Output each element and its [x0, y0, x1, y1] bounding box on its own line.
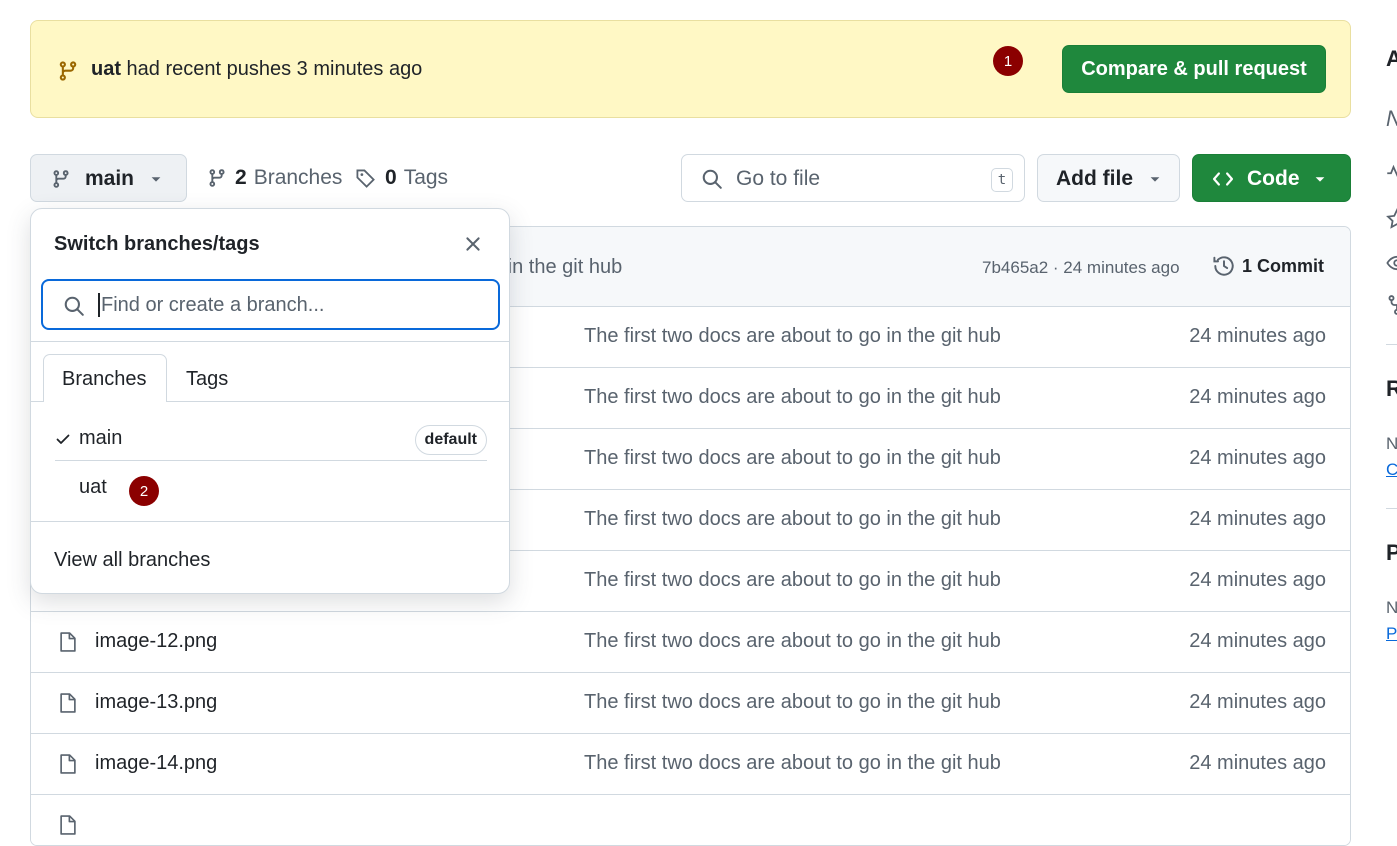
- branch-selector-button[interactable]: main: [30, 154, 187, 202]
- branch-name: uat: [79, 476, 107, 498]
- divider: [31, 521, 509, 522]
- sidebar-packages-heading: P: [1386, 540, 1397, 565]
- sidebar-description: N: [1386, 106, 1397, 132]
- go-to-file-input[interactable]: Go to file t: [681, 154, 1025, 202]
- banner-branch-name[interactable]: uat: [91, 58, 121, 80]
- file-commit-date: 24 minutes ago: [1189, 752, 1326, 774]
- branch-search-input[interactable]: [99, 291, 479, 319]
- file-commit-message[interactable]: The first two docs are about to go in th…: [584, 752, 1001, 775]
- file-row[interactable]: image-12.png The first two docs are abou…: [31, 612, 1350, 673]
- sidebar-about-heading: A: [1386, 46, 1397, 71]
- triangle-down-icon: [149, 172, 163, 186]
- file-commit-message[interactable]: The first two docs are about to go in th…: [584, 630, 1001, 653]
- file-commit-date: 24 minutes ago: [1189, 447, 1326, 469]
- branch-item-main[interactable]: main default: [55, 419, 487, 459]
- sidebar-releases-heading: R: [1386, 376, 1397, 401]
- latest-commit-hash-time[interactable]: 7b465a2 · 24 minutes ago: [982, 258, 1180, 278]
- branch-switcher-dropdown: Switch branches/tags Branches Tags main …: [30, 208, 510, 594]
- star-icon[interactable]: [1386, 208, 1397, 230]
- step-badge-1: 1: [993, 46, 1023, 76]
- file-commit-date: 24 minutes ago: [1189, 325, 1326, 347]
- go-to-file-placeholder: Go to file: [736, 167, 821, 190]
- branches-count: 2: [235, 166, 247, 189]
- file-commit-date: 24 minutes ago: [1189, 386, 1326, 408]
- file-icon: [57, 630, 79, 654]
- file-commit-date: 24 minutes ago: [1189, 630, 1326, 652]
- file-name[interactable]: image-14.png: [95, 752, 217, 775]
- tag-icon: [355, 167, 377, 189]
- branches-link[interactable]: 2 Branches: [207, 166, 342, 190]
- sidebar-packages-link[interactable]: P: [1386, 624, 1397, 644]
- keyboard-shortcut-hint: t: [991, 168, 1013, 192]
- banner-message: uat had recent pushes 3 minutes ago: [91, 58, 423, 80]
- file-commit-message[interactable]: The first two docs are about to go in th…: [584, 325, 1001, 348]
- divider: [55, 460, 487, 461]
- tab-tags[interactable]: Tags: [186, 368, 228, 391]
- file-commit-date: 24 minutes ago: [1189, 508, 1326, 530]
- git-branch-icon: [51, 168, 71, 190]
- eye-icon[interactable]: [1386, 252, 1397, 274]
- add-file-button[interactable]: Add file: [1037, 154, 1180, 202]
- tags-link[interactable]: 0 Tags: [355, 166, 448, 190]
- file-row[interactable]: image-13.png The first two docs are abou…: [31, 673, 1350, 734]
- tags-count: 0: [385, 166, 397, 189]
- file-commit-message[interactable]: The first two docs are about to go in th…: [584, 569, 1001, 592]
- file-row[interactable]: [31, 795, 1350, 845]
- search-icon: [63, 295, 85, 317]
- commits-count: 1 Commit: [1242, 255, 1325, 276]
- file-icon: [57, 691, 79, 715]
- file-commit-date: 24 minutes ago: [1189, 691, 1326, 713]
- code-icon: [1211, 168, 1235, 190]
- step-badge-2: 2: [129, 476, 159, 506]
- add-file-label: Add file: [1056, 167, 1133, 190]
- commits-link[interactable]: 1 Commit: [1212, 254, 1324, 278]
- compare-pull-request-button[interactable]: Compare & pull request: [1062, 45, 1326, 93]
- file-row[interactable]: image-14.png The first two docs are abou…: [31, 734, 1350, 795]
- recent-push-banner: uat had recent pushes 3 minutes ago 1 Co…: [30, 20, 1351, 118]
- activity-icon[interactable]: [1386, 162, 1397, 182]
- triangle-down-icon: [1313, 172, 1327, 186]
- search-icon: [701, 168, 723, 190]
- file-icon: [57, 813, 79, 837]
- file-commit-message[interactable]: The first two docs are about to go in th…: [584, 691, 1001, 714]
- file-commit-message[interactable]: The first two docs are about to go in th…: [584, 508, 1001, 531]
- git-branch-icon: [57, 59, 79, 83]
- history-icon: [1212, 254, 1236, 278]
- tags-label: Tags: [403, 166, 449, 189]
- branch-selector-label: main: [85, 167, 135, 190]
- view-all-branches-link[interactable]: View all branches: [54, 549, 210, 572]
- sidebar-divider: [1386, 508, 1397, 509]
- code-label: Code: [1247, 167, 1300, 190]
- close-icon[interactable]: [464, 235, 482, 253]
- sidebar-packages-text: N: [1386, 598, 1397, 617]
- file-icon: [57, 752, 79, 776]
- sidebar-releases-link[interactable]: C: [1386, 460, 1397, 480]
- code-button[interactable]: Code: [1192, 154, 1351, 202]
- tab-branches-label: Branches: [62, 368, 147, 390]
- dropdown-title: Switch branches/tags: [54, 233, 260, 255]
- file-commit-date: 24 minutes ago: [1189, 569, 1326, 591]
- triangle-down-icon: [1148, 172, 1162, 186]
- branches-label: Branches: [253, 166, 343, 189]
- branch-search-field[interactable]: [41, 279, 500, 330]
- latest-commit-message[interactable]: o in the git hub: [491, 256, 622, 279]
- check-icon: [55, 431, 71, 447]
- file-commit-message[interactable]: The first two docs are about to go in th…: [584, 386, 1001, 409]
- branch-item-uat[interactable]: uat 2: [55, 468, 487, 508]
- sidebar-releases-text: N: [1386, 434, 1397, 453]
- git-branch-icon: [207, 167, 227, 189]
- default-branch-badge: default: [414, 425, 487, 455]
- tab-branches[interactable]: Branches: [43, 354, 167, 402]
- divider: [31, 341, 509, 342]
- file-name[interactable]: image-12.png: [95, 630, 217, 653]
- branch-name: main: [79, 427, 123, 449]
- file-name[interactable]: image-13.png: [95, 691, 217, 714]
- file-commit-message[interactable]: The first two docs are about to go in th…: [584, 447, 1001, 470]
- repo-forked-icon[interactable]: [1386, 294, 1397, 316]
- sidebar-divider: [1386, 344, 1397, 345]
